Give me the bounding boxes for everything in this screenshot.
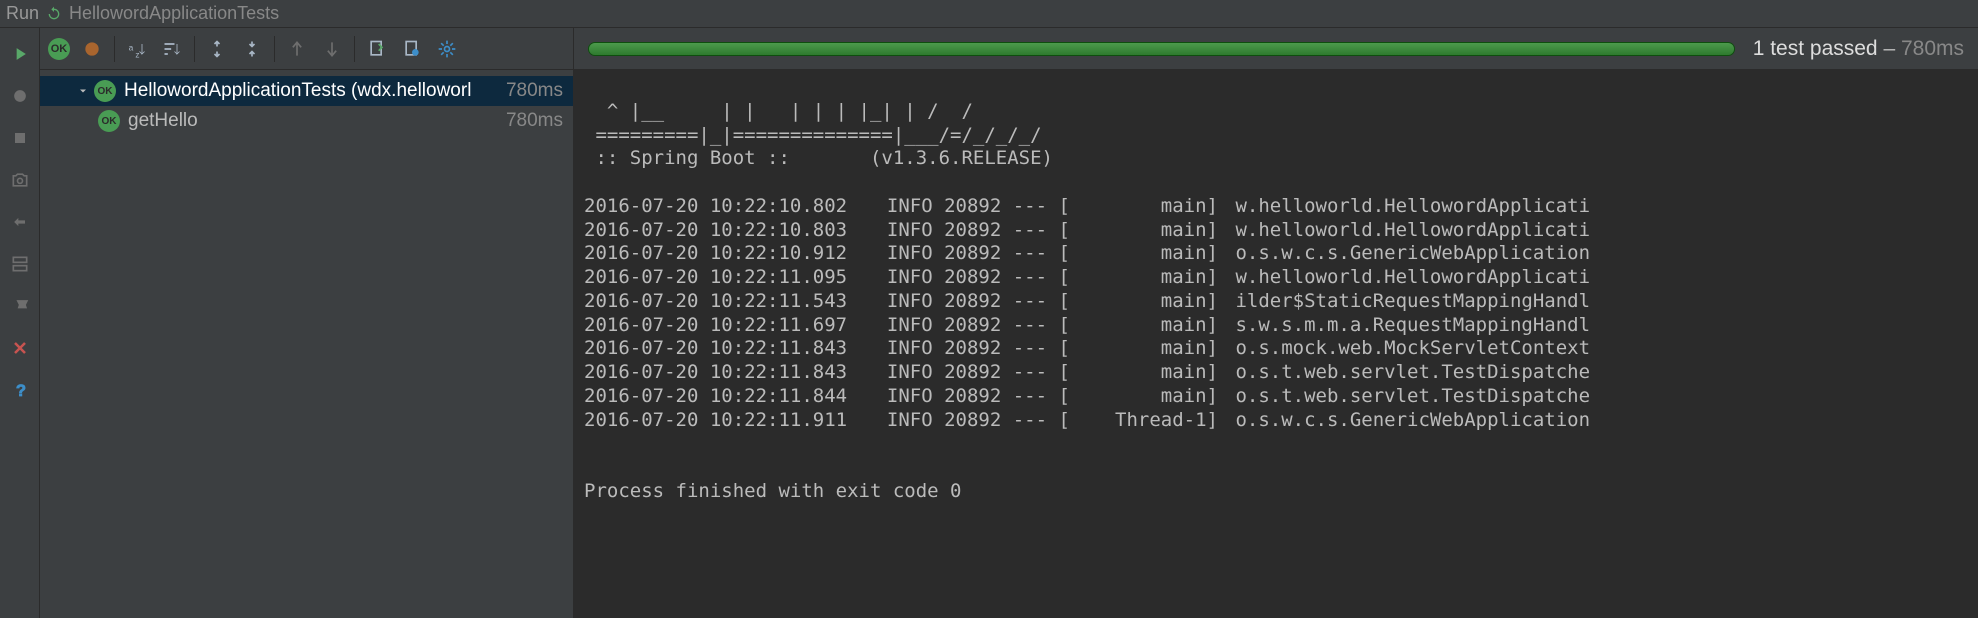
test-settings-icon[interactable]	[434, 36, 460, 62]
run-label: Run	[6, 3, 39, 24]
test-class-time: 780ms	[506, 80, 563, 102]
console-output[interactable]: ^ |__ | | | | | |_| | / / =========|_|==…	[574, 70, 1978, 618]
log-line: 2016-07-20 10:22:11.843 INFO 20892 --- […	[584, 337, 1968, 361]
ok-badge-icon: OK	[98, 110, 120, 132]
log-line: 2016-07-20 10:22:11.095 INFO 20892 --- […	[584, 266, 1968, 290]
ok-badge-icon: OK	[94, 80, 116, 102]
pin-icon[interactable]	[8, 294, 32, 318]
tests-passed-label: 1 test passed	[1753, 37, 1878, 60]
chevron-down-icon[interactable]	[72, 85, 94, 97]
title-bar: Run HellowordApplicationTests	[0, 0, 1978, 28]
exit-icon[interactable]	[8, 210, 32, 234]
log-line: 2016-07-20 10:22:11.843 INFO 20892 --- […	[584, 361, 1968, 385]
debug-icon[interactable]	[8, 84, 32, 108]
sort-alpha-icon[interactable]: az	[124, 36, 150, 62]
ascii-art-line: ^ |__ | | | | | |_| | / /	[584, 100, 973, 122]
show-ignored-icon[interactable]	[79, 36, 105, 62]
separator	[114, 36, 115, 62]
test-method-time: 780ms	[506, 110, 563, 132]
exit-code-line: Process finished with exit code 0	[584, 480, 962, 502]
stop-icon[interactable]	[8, 126, 32, 150]
test-status-bar: 1 test passed – 780ms	[574, 28, 1978, 70]
log-line: 2016-07-20 10:22:11.543 INFO 20892 --- […	[584, 290, 1968, 314]
camera-icon[interactable]	[8, 168, 32, 192]
log-line: 2016-07-20 10:22:11.697 INFO 20892 --- […	[584, 314, 1968, 338]
svg-text:a: a	[129, 42, 134, 52]
expand-all-icon[interactable]	[204, 36, 230, 62]
spring-banner-line: :: Spring Boot :: (v1.3.6.RELEASE)	[584, 147, 1053, 169]
help-icon[interactable]: ?	[8, 378, 32, 402]
test-tree[interactable]: OK HellowordApplicationTests (wdx.hellow…	[40, 70, 573, 618]
svg-text:z: z	[135, 49, 139, 59]
progress-fill	[589, 43, 1734, 55]
test-status-text: 1 test passed – 780ms	[1753, 37, 1964, 61]
prev-failed-icon[interactable]	[284, 36, 310, 62]
close-icon[interactable]	[8, 336, 32, 360]
test-class-row[interactable]: OK HellowordApplicationTests (wdx.hellow…	[40, 76, 573, 106]
run-icon[interactable]	[8, 42, 32, 66]
log-line: 2016-07-20 10:22:10.803 INFO 20892 --- […	[584, 219, 1968, 243]
separator	[274, 36, 275, 62]
sort-duration-icon[interactable]	[159, 36, 185, 62]
layout-icon[interactable]	[8, 252, 32, 276]
console-panel: 1 test passed – 780ms ^ |__ | | | | | |_…	[574, 28, 1978, 618]
log-line: 2016-07-20 10:22:11.911 INFO 20892 --- […	[584, 409, 1968, 433]
svg-text:?: ?	[15, 381, 25, 400]
test-method-row[interactable]: OK getHello 780ms	[40, 106, 573, 136]
separator	[194, 36, 195, 62]
separator	[354, 36, 355, 62]
tests-time-label: 780ms	[1901, 37, 1964, 60]
run-title: HellowordApplicationTests	[69, 3, 279, 24]
import-results-icon[interactable]	[399, 36, 425, 62]
test-class-label: HellowordApplicationTests (wdx.helloworl	[124, 80, 500, 102]
next-failed-icon[interactable]	[319, 36, 345, 62]
test-tree-panel: OK az OK HellowordApplicationTests (wdx.…	[40, 28, 574, 618]
left-gutter: ?	[0, 28, 40, 618]
show-passed-icon[interactable]: OK	[48, 38, 70, 60]
collapse-all-icon[interactable]	[239, 36, 265, 62]
test-progress-bar	[588, 42, 1735, 56]
export-results-icon[interactable]	[364, 36, 390, 62]
rerun-icon[interactable]	[45, 5, 63, 23]
ascii-art-line: =========|_|==============|___/=/_/_/_/	[584, 124, 1042, 146]
log-line: 2016-07-20 10:22:10.912 INFO 20892 --- […	[584, 242, 1968, 266]
log-line: 2016-07-20 10:22:11.844 INFO 20892 --- […	[584, 385, 1968, 409]
test-toolbar: OK az	[40, 28, 573, 70]
test-method-label: getHello	[128, 110, 500, 132]
log-line: 2016-07-20 10:22:10.802 INFO 20892 --- […	[584, 195, 1968, 219]
